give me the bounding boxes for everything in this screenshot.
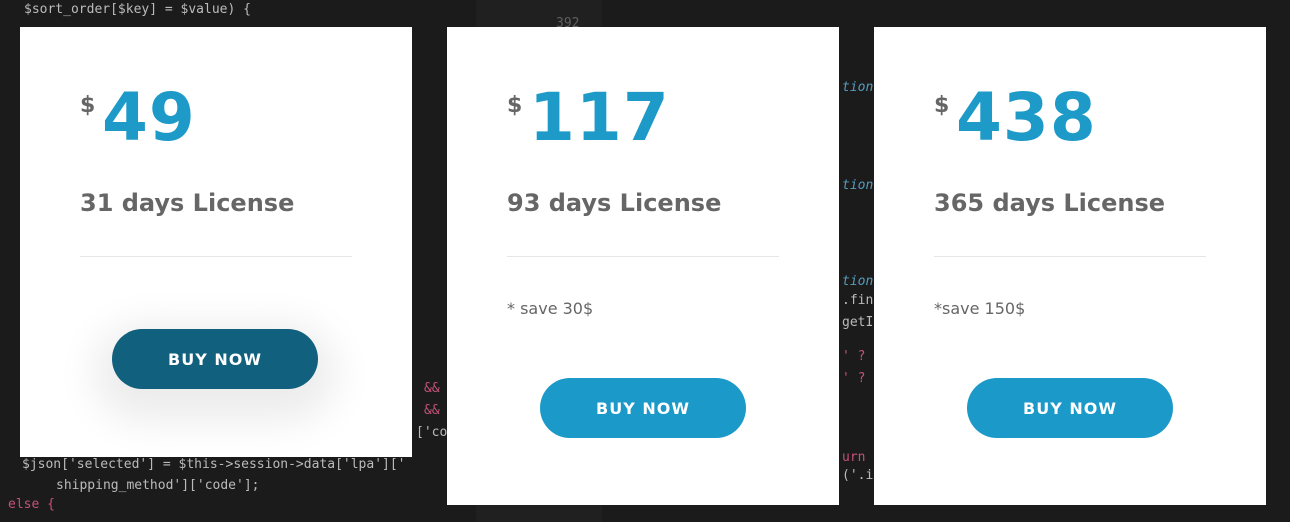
price-amount: 438	[956, 79, 1097, 156]
code-line: .fin	[842, 293, 874, 308]
savings-note: * save 30$	[507, 299, 594, 318]
savings-note: *save 150$	[934, 299, 1026, 318]
pricing-card-31-days: $ 49 31 days License BUY NOW	[20, 27, 412, 457]
divider	[80, 256, 352, 257]
code-line: ' ?	[842, 349, 866, 364]
license-duration: 365 days License	[934, 189, 1166, 217]
code-line: &&	[424, 403, 440, 418]
code-line: $json['selected'] = $this->session->data…	[22, 457, 406, 472]
currency-symbol: $	[934, 93, 950, 118]
price-amount: 49	[102, 79, 196, 156]
code-line: else {	[8, 497, 55, 512]
license-duration: 93 days License	[507, 189, 722, 217]
currency-symbol: $	[80, 93, 96, 118]
pricing-card-365-days: $ 438 365 days License *save 150$ BUY NO…	[874, 27, 1266, 505]
code-line: shipping_method']['code'];	[56, 478, 260, 493]
divider	[934, 256, 1206, 257]
code-line: ' ?	[842, 371, 866, 386]
buy-now-button[interactable]: BUY NOW	[540, 378, 746, 438]
code-line: &&	[424, 381, 440, 396]
divider	[507, 256, 779, 257]
code-line: tion	[842, 80, 874, 95]
code-line: getI	[842, 315, 874, 330]
currency-symbol: $	[507, 93, 523, 118]
code-line: urn	[842, 450, 866, 465]
price-amount: 117	[529, 79, 670, 156]
code-line: $sort_order[$key] = $value) {	[24, 2, 251, 17]
pricing-card-93-days: $ 117 93 days License * save 30$ BUY NOW	[447, 27, 839, 505]
code-line: tion	[842, 274, 874, 289]
buy-now-button[interactable]: BUY NOW	[112, 329, 318, 389]
buy-now-button[interactable]: BUY NOW	[967, 378, 1173, 438]
code-line: tion	[842, 178, 874, 193]
license-duration: 31 days License	[80, 189, 295, 217]
